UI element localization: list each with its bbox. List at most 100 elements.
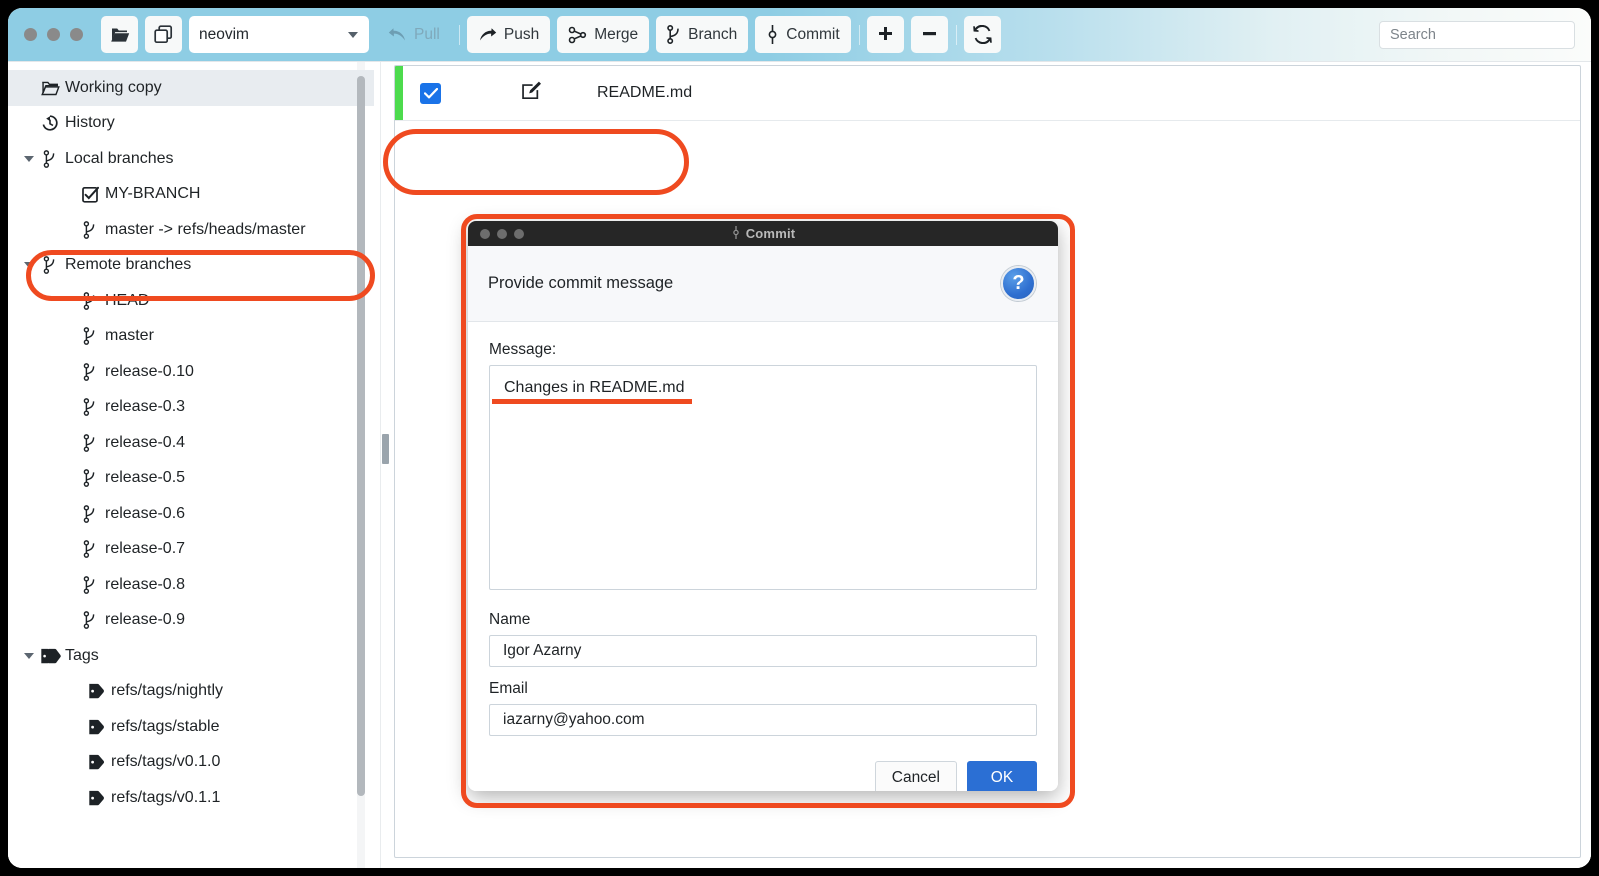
sidebar-item-release-0-10[interactable]: release-0.10 — [8, 354, 374, 390]
sidebar-scrollbar-thumb[interactable] — [357, 76, 365, 796]
commit-icon — [732, 226, 739, 239]
sidebar-item-label: master — [105, 327, 154, 345]
sidebar-item-history[interactable]: History — [8, 106, 374, 142]
sidebar-item-label: release-0.8 — [105, 575, 186, 593]
sidebar-item-label: release-0.4 — [105, 433, 186, 451]
sidebar-item-release-0-9[interactable]: release-0.9 — [8, 603, 374, 639]
window-maximize-button[interactable] — [70, 28, 83, 41]
toolbar-separator — [955, 24, 957, 45]
branch-icon — [78, 469, 102, 488]
sidebar-item-label: refs/tags/v0.1.1 — [111, 788, 221, 806]
sidebar-item-label: HEAD — [105, 291, 150, 309]
email-field-label: Email — [489, 680, 528, 697]
open-repository-button[interactable] — [101, 16, 138, 53]
merge-button-label: Merge — [594, 25, 639, 43]
ok-button[interactable]: OK — [967, 761, 1037, 791]
dialog-body: Message: Name Email — [468, 322, 1058, 749]
commit-dialog: Commit Provide commit message ? Message:… — [468, 221, 1058, 791]
sidebar-item-label: release-0.9 — [105, 611, 186, 629]
chevron-down-icon[interactable] — [20, 262, 38, 269]
branch-icon — [78, 362, 102, 381]
chevron-down-icon[interactable] — [20, 155, 38, 162]
folder-icon — [38, 80, 62, 96]
plus-icon — [878, 27, 892, 40]
commit-button[interactable]: Commit — [755, 16, 851, 53]
tag-icon — [84, 683, 108, 699]
merge-button[interactable]: Merge — [557, 16, 650, 53]
sidebar-item-working-copy[interactable]: Working copy — [8, 70, 374, 106]
sidebar-item-release-0-7[interactable]: release-0.7 — [8, 532, 374, 568]
window-close-button[interactable] — [24, 28, 37, 41]
sidebar-item-release-0-8[interactable]: release-0.8 — [8, 567, 374, 603]
author-email-input[interactable] — [489, 704, 1037, 736]
branch-icon — [78, 433, 102, 452]
toolbar-separator — [858, 24, 860, 45]
open-folder-icon — [110, 28, 129, 42]
sidebar-item-label: Working copy — [65, 78, 162, 96]
tag-icon — [84, 754, 108, 770]
sidebar-item-release-0-6[interactable]: release-0.6 — [8, 496, 374, 532]
sidebar-item-my-branch[interactable]: MY-BRANCH — [8, 177, 374, 213]
author-name-input[interactable] — [489, 635, 1037, 667]
sidebar-item-tags[interactable]: Tags — [8, 638, 374, 674]
chevron-down-icon[interactable] — [20, 652, 38, 659]
branch-button[interactable]: Branch — [656, 16, 749, 53]
tag-icon — [84, 719, 108, 735]
remove-button[interactable] — [910, 16, 948, 53]
sidebar-item-head[interactable]: HEAD — [8, 283, 374, 319]
branch-icon — [38, 149, 62, 168]
window-traffic-lights — [24, 28, 83, 41]
search-placeholder: Search — [1390, 27, 1436, 43]
branch-button-label: Branch — [688, 25, 738, 43]
main-content-area: Working copy History Local branches MY-BRAN… — [8, 61, 1591, 868]
refresh-button[interactable] — [963, 16, 1001, 53]
sidebar-item-label: release-0.3 — [105, 398, 186, 416]
branch-icon — [78, 575, 102, 594]
sidebar-item-refs-tags-v0-1-1[interactable]: refs/tags/v0.1.1 — [8, 780, 374, 816]
sidebar-item-release-0-3[interactable]: release-0.3 — [8, 390, 374, 426]
pull-button[interactable]: Pull — [377, 16, 451, 53]
cancel-button[interactable]: Cancel — [874, 761, 957, 791]
branch-icon — [78, 220, 102, 239]
sidebar-item-label: History — [65, 114, 115, 132]
commit-message-input[interactable] — [489, 365, 1037, 590]
dialog-title-text: Commit — [745, 226, 796, 241]
table-row[interactable]: README.md — [395, 66, 1580, 121]
push-button[interactable]: Push — [466, 16, 551, 53]
search-input[interactable]: Search — [1379, 21, 1575, 49]
sidebar-item-label: refs/tags/v0.1.0 — [111, 753, 221, 771]
repository-selector-value: neovim — [199, 25, 249, 43]
name-field-label: Name — [489, 611, 531, 628]
file-status-indicator — [395, 66, 403, 120]
file-name-label: README.md — [597, 84, 693, 101]
splitter-grip[interactable] — [382, 434, 389, 464]
file-stage-checkbox[interactable] — [420, 82, 441, 104]
branch-icon — [78, 291, 102, 310]
branch-icon — [78, 504, 102, 523]
branch-icon — [78, 540, 102, 559]
sidebar-item-label: Remote branches — [65, 256, 192, 274]
branch-icon — [78, 398, 102, 417]
help-button[interactable]: ? — [1001, 266, 1036, 301]
sidebar-item-local-branches[interactable]: Local branches — [8, 141, 374, 177]
sidebar-item-label: release-0.10 — [105, 362, 194, 380]
sidebar-item-remote-branches[interactable]: Remote branches — [8, 248, 374, 284]
sidebar-item-refs-tags-nightly[interactable]: refs/tags/nightly — [8, 674, 374, 710]
sidebar-item-label: release-0.6 — [105, 504, 186, 522]
sidebar-item-label: MY-BRANCH — [105, 185, 201, 203]
window-minimize-button[interactable] — [47, 28, 60, 41]
add-button[interactable] — [866, 16, 904, 53]
repository-selector[interactable]: neovim — [189, 16, 369, 53]
pull-arrow-icon — [388, 27, 405, 40]
clone-repository-button[interactable] — [145, 16, 182, 53]
merge-icon — [568, 26, 587, 43]
sidebar-item-release-0-5[interactable]: release-0.5 — [8, 461, 374, 497]
sidebar-item-master-refs-heads-master[interactable]: master -> refs/heads/master — [8, 212, 374, 248]
sidebar-item-refs-tags-stable[interactable]: refs/tags/stable — [8, 709, 374, 745]
sidebar-item-refs-tags-v0-1-0[interactable]: refs/tags/v0.1.0 — [8, 745, 374, 781]
toolbar: neovim Pull Push Merge Branch Commit Sea… — [8, 8, 1591, 61]
sidebar-item-master[interactable]: master — [8, 319, 374, 355]
sidebar-item-label: Local branches — [65, 149, 174, 167]
sidebar-item-release-0-4[interactable]: release-0.4 — [8, 425, 374, 461]
dialog-header-label: Provide commit message — [488, 274, 674, 292]
